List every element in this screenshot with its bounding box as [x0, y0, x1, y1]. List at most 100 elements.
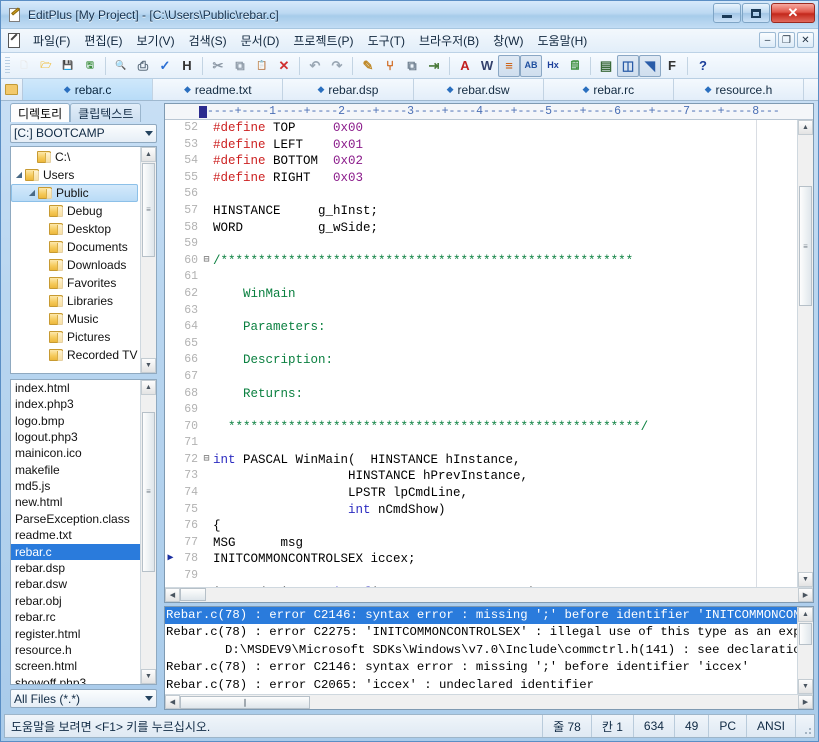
code-line[interactable]: 58 WORD g_wSide; — [165, 220, 797, 237]
list-item[interactable]: mainicon.ico — [11, 445, 140, 461]
list-item[interactable]: register.html — [11, 626, 140, 642]
scroll-down-icon[interactable]: ▼ — [141, 357, 156, 373]
minimize-button[interactable] — [713, 3, 741, 23]
print-icon[interactable]: ⎙ — [132, 55, 154, 77]
code-line[interactable]: 71 — [165, 435, 797, 452]
scroll-down-icon[interactable]: ▼ — [798, 679, 813, 694]
menu-item-4[interactable]: 문서(D) — [234, 30, 287, 51]
scroll-up-icon[interactable]: ▲ — [798, 606, 813, 622]
list-item[interactable]: logout.php3 — [11, 429, 140, 445]
drive-selector[interactable]: [C:] BOOTCAMP — [10, 124, 157, 143]
file-tab-rebar-rc[interactable]: ◆ rebar.rc — [543, 79, 674, 100]
spellcheck-icon[interactable]: ✓ — [154, 55, 176, 77]
tree-item-desktop[interactable]: Desktop — [11, 220, 140, 238]
code-line[interactable]: 73 HINSTANCE hPrevInstance, — [165, 468, 797, 485]
duplicate-icon[interactable]: ⧉ — [401, 55, 423, 77]
code-line[interactable]: 66 Description: — [165, 352, 797, 369]
code-line[interactable]: 70 *************************************… — [165, 419, 797, 436]
code-line[interactable]: ▶ 78 INITCOMMONCONTROLSEX iccex; — [165, 551, 797, 568]
file-list-scrollbar[interactable]: ▲ ≡ ▼ — [140, 379, 156, 685]
code-line[interactable]: 72 ⊟ int PASCAL WinMain( HINSTANCE hInstan… — [165, 452, 797, 469]
file-tab-readme-txt[interactable]: ◆ readme.txt — [153, 79, 284, 100]
output-line[interactable]: Rebar.c(78) : error C2146: syntax error … — [165, 606, 797, 624]
editor-horizontal-scrollbar[interactable]: ◀ ▶ — [165, 586, 813, 602]
mdi-minimize-button[interactable]: – — [759, 32, 776, 48]
output-window-icon[interactable]: ◥ — [639, 54, 661, 77]
code-line[interactable]: 57 HINSTANCE g_hInst; — [165, 203, 797, 220]
output-vertical-scrollbar[interactable]: ▲ ▼ — [797, 606, 813, 694]
list-item[interactable]: new.html — [11, 494, 140, 510]
context-help-icon[interactable]: ? — [692, 55, 714, 77]
resize-grip[interactable] — [796, 715, 814, 737]
file-filter-selector[interactable]: All Files (*.*) — [10, 689, 157, 708]
scroll-up-icon[interactable]: ▲ — [141, 379, 156, 395]
fold-toggle-icon[interactable]: ⊟ — [200, 452, 213, 469]
menu-item-3[interactable]: 검색(S) — [182, 30, 234, 51]
output-line[interactable]: Rebar.c(78) : error C2146: syntax error … — [165, 659, 797, 677]
save-file-icon[interactable]: 💾 — [57, 55, 79, 77]
directory-window-icon[interactable]: ◫ — [617, 54, 639, 77]
code-line[interactable]: 54 #define BOTTOM 0x02 — [165, 153, 797, 170]
code-line[interactable]: 75 int nCmdShow) — [165, 502, 797, 519]
tree-item-debug[interactable]: Debug — [11, 202, 140, 220]
tree-item-documents[interactable]: Documents — [11, 238, 140, 256]
scroll-up-icon[interactable]: ▲ — [798, 120, 813, 135]
code-line[interactable]: 80 iccex.dwSize = sizeof(INITCOMMONCONTRO… — [165, 585, 797, 587]
cut-icon[interactable]: ✂ — [207, 55, 229, 77]
list-item[interactable]: makefile — [11, 462, 140, 478]
user-tool-icon[interactable]: 🗒 — [564, 55, 586, 77]
replace-icon[interactable]: ⑂ — [379, 55, 401, 77]
tree-item-downloads[interactable]: Downloads — [11, 256, 140, 274]
paste-icon[interactable]: 📋 — [251, 55, 273, 77]
code-line[interactable]: 59 — [165, 236, 797, 253]
document-selector-icon[interactable]: ▤ — [595, 55, 617, 77]
word-wrap-icon[interactable]: W — [476, 55, 498, 77]
indent-icon[interactable]: ⇥ — [423, 55, 445, 77]
code-line[interactable]: 62 WinMain — [165, 286, 797, 303]
code-line[interactable]: 68 Returns: — [165, 386, 797, 403]
tree-item-users[interactable]: ◢ Users — [11, 166, 140, 184]
code-line[interactable]: 67 — [165, 369, 797, 386]
list-item[interactable]: resource.h — [11, 642, 140, 658]
save-all-icon[interactable]: 🖫 — [79, 55, 101, 77]
list-item[interactable]: rebar.c — [11, 543, 140, 561]
list-item[interactable]: rebar.obj — [11, 593, 140, 609]
list-item[interactable]: index.php3 — [11, 396, 140, 412]
list-item[interactable]: rebar.dsp — [11, 560, 140, 576]
list-item[interactable]: md5.js — [11, 478, 140, 494]
scroll-thumb[interactable] — [180, 588, 206, 601]
tree-item-music[interactable]: Music — [11, 310, 140, 328]
hex-view-icon[interactable]: Hx — [542, 55, 564, 77]
file-tab-rebar-c[interactable]: ◆ rebar.c — [23, 79, 154, 100]
function-list-icon[interactable]: F — [661, 55, 683, 77]
output-line[interactable]: Rebar.c(78) : error C2065: 'iccex' : und… — [165, 677, 797, 695]
tab-cliptext[interactable]: 클립텍스트 — [70, 103, 142, 122]
expander-icon[interactable]: ◢ — [13, 170, 25, 179]
code-line[interactable]: 77 MSG msg — [165, 535, 797, 552]
scroll-down-icon[interactable]: ▼ — [798, 571, 813, 587]
code-line[interactable]: 56 — [165, 186, 797, 203]
list-item[interactable]: showoff.php3 — [11, 675, 140, 685]
code-line[interactable]: 64 Parameters: — [165, 319, 797, 336]
menu-item-0[interactable]: 파일(F) — [26, 30, 77, 51]
code-line[interactable]: 69 — [165, 402, 797, 419]
file-tab-resource-h[interactable]: ◆ resource.h — [673, 79, 805, 100]
html-page-icon[interactable]: H — [176, 55, 198, 77]
tree-item-libraries[interactable]: Libraries — [11, 292, 140, 310]
scroll-thumb[interactable] — [799, 622, 812, 645]
output-horizontal-scrollbar[interactable]: ◀ ∥ ▶ — [165, 694, 813, 709]
code-line[interactable]: 74 LPSTR lpCmdLine, — [165, 485, 797, 502]
output-line[interactable]: Rebar.c(78) : error C2275: 'INITCOMMONCO… — [165, 624, 797, 642]
scroll-up-icon[interactable]: ▲ — [141, 146, 156, 162]
list-item[interactable]: index.html — [11, 380, 140, 396]
tree-item-public[interactable]: ◢ Public — [11, 183, 138, 202]
maximize-button[interactable] — [742, 3, 770, 23]
menu-item-7[interactable]: 브라우저(B) — [412, 30, 486, 51]
font-icon[interactable]: A — [454, 55, 476, 77]
scroll-thumb[interactable]: ≡ — [799, 186, 812, 306]
undo-icon[interactable]: ↶ — [304, 55, 326, 77]
code-lines[interactable]: 52 #define TOP 0x00 53 #define LEFT 0x01 54 #… — [165, 120, 797, 587]
scroll-thumb[interactable]: ≡ — [142, 162, 155, 257]
code-line[interactable]: 61 — [165, 269, 797, 286]
scroll-right-icon[interactable]: ▶ — [798, 695, 813, 709]
